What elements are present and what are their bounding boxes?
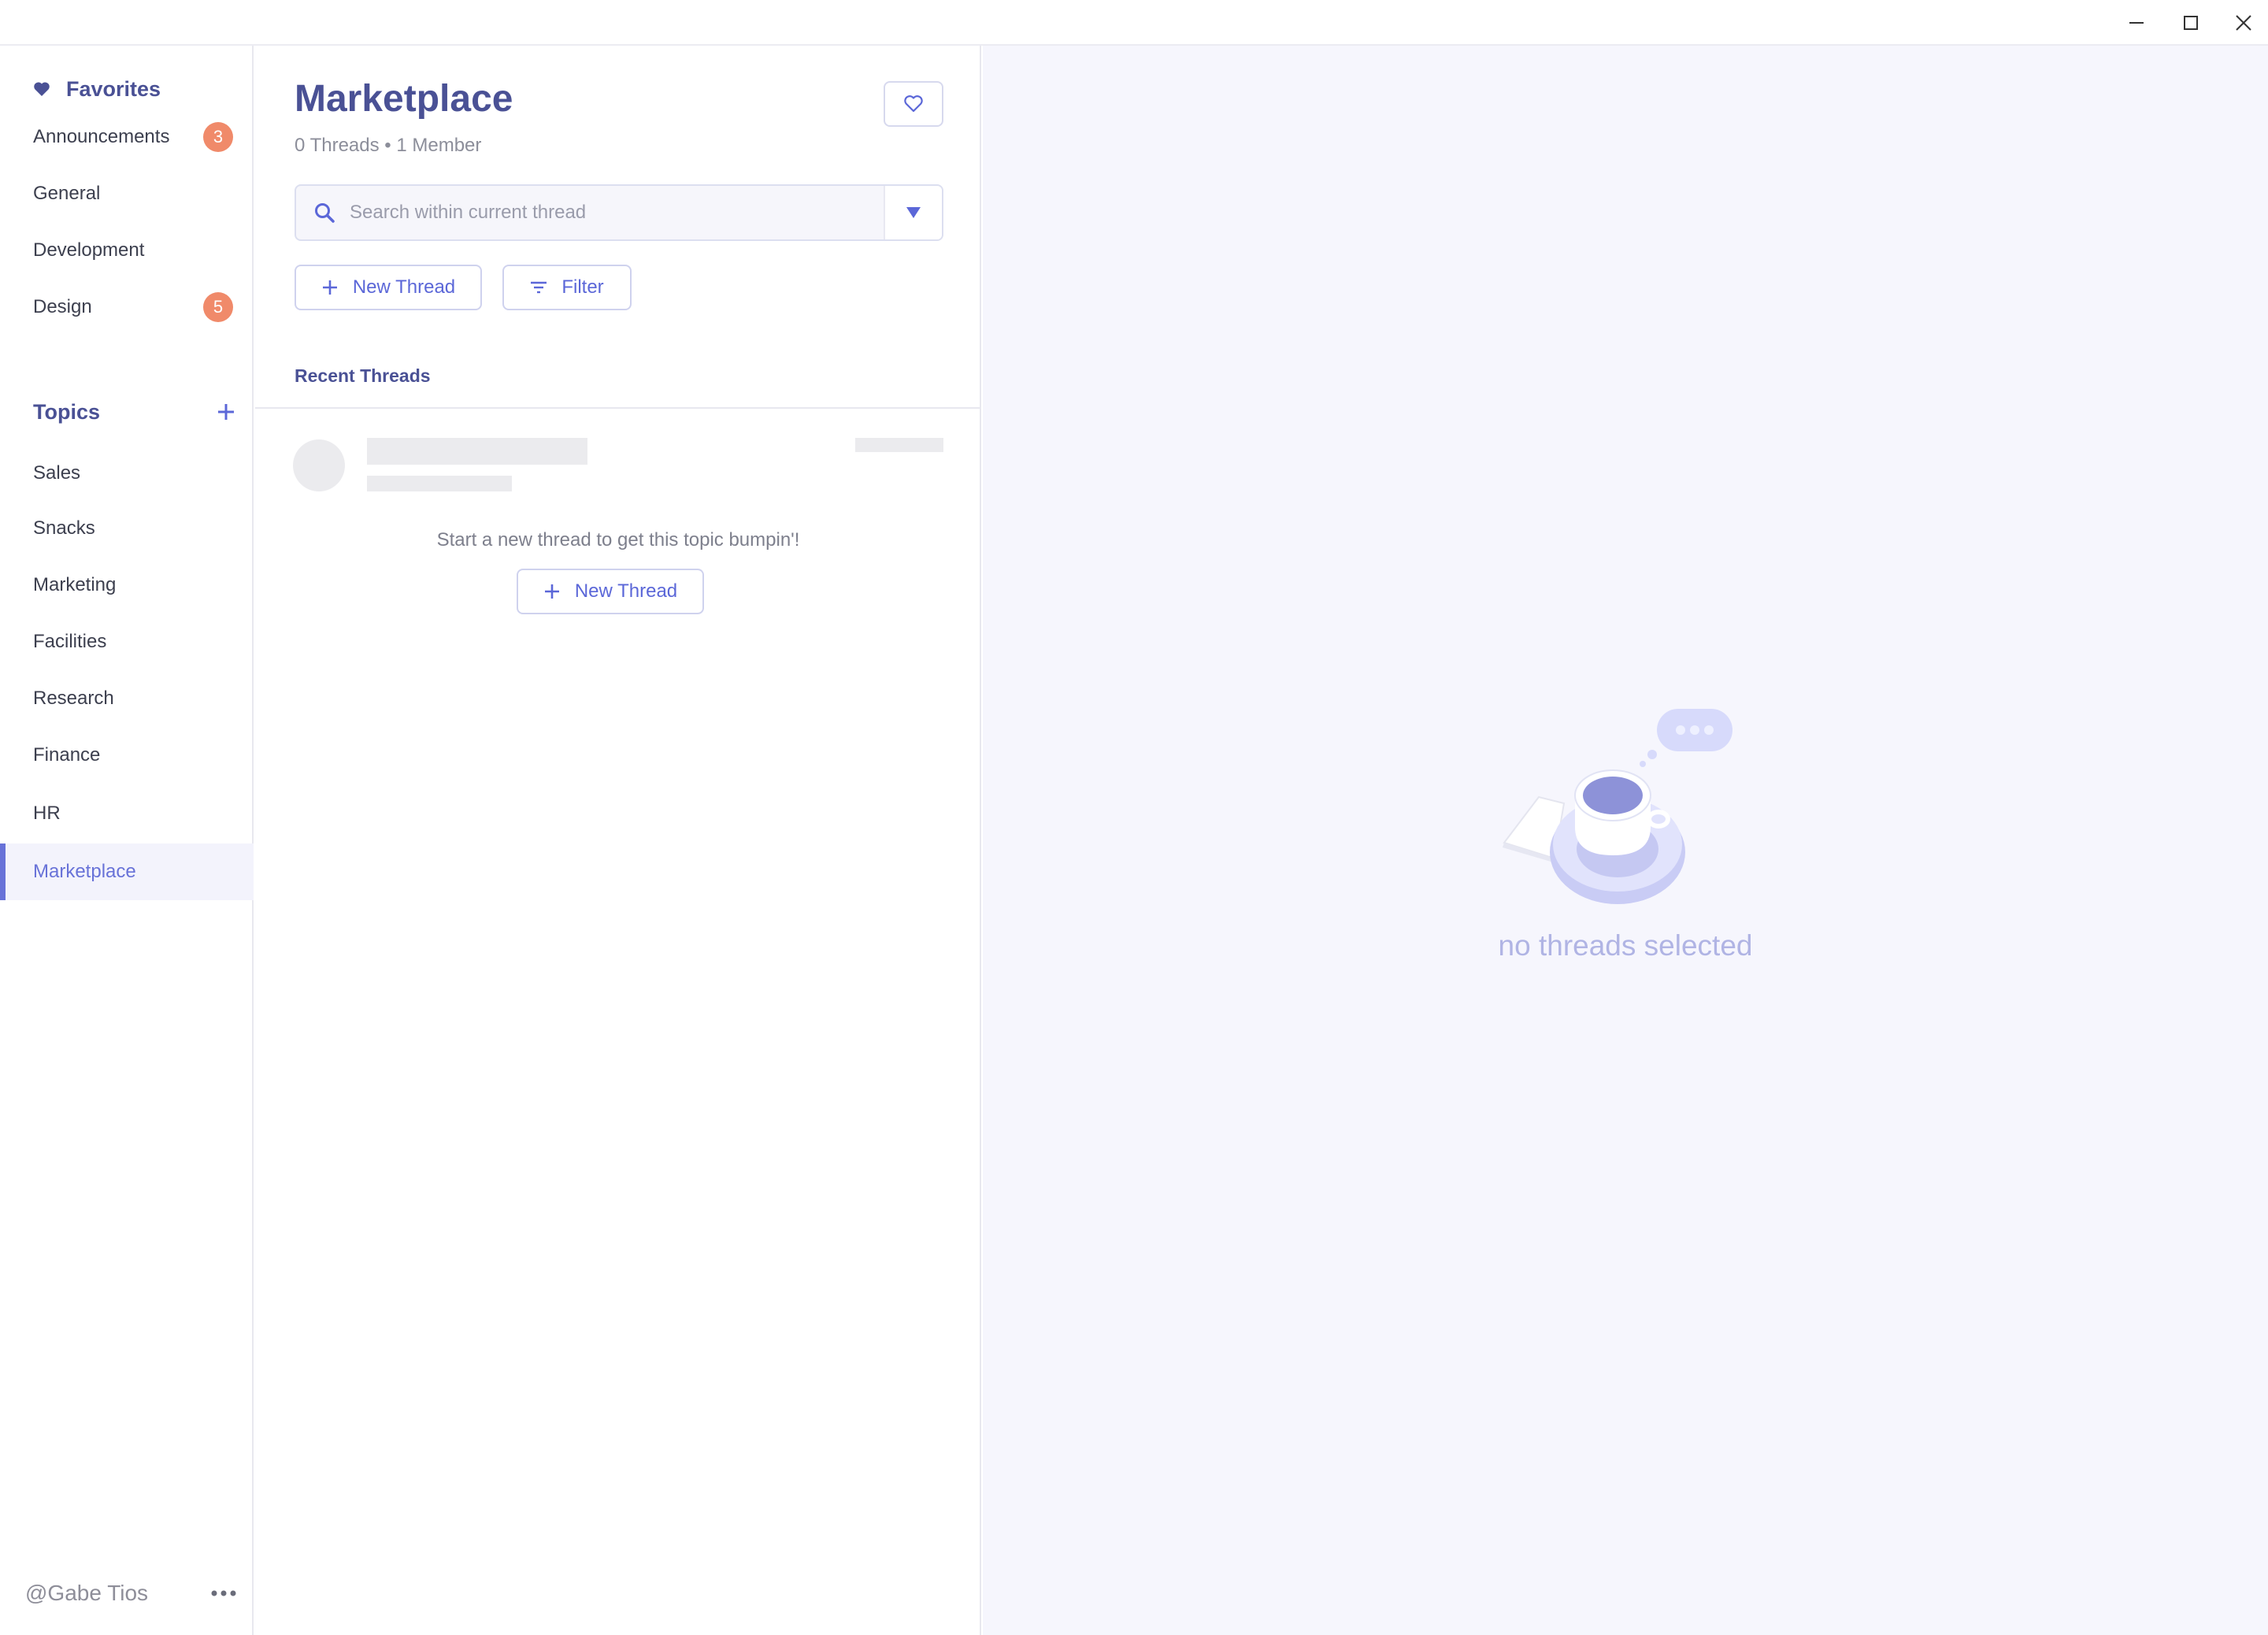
- sidebar-item-marketing[interactable]: Marketing: [0, 557, 254, 614]
- skeleton-avatar: [293, 439, 345, 491]
- new-thread-label: New Thread: [352, 276, 456, 298]
- sidebar-item-label: Sales: [33, 462, 81, 484]
- divider: [255, 407, 980, 409]
- favorites-header: Favorites: [33, 69, 161, 109]
- skeleton-title-line: [367, 438, 587, 465]
- new-thread-button[interactable]: New Thread: [295, 265, 482, 310]
- unread-badge: 3: [203, 122, 233, 152]
- sidebar-item-label: General: [33, 183, 101, 204]
- add-topic-icon[interactable]: [216, 402, 236, 422]
- thread-list-panel: Marketplace 0 Threads • 1 Member New Thr…: [255, 46, 981, 1635]
- sidebar: Favorites Announcements 3 General Develo…: [0, 46, 254, 1635]
- minimize-icon[interactable]: [2125, 11, 2148, 35]
- sidebar-item-research[interactable]: Research: [0, 670, 254, 727]
- sidebar-item-hr[interactable]: HR: [0, 785, 254, 842]
- no-thread-selected-text: no threads selected: [1498, 929, 1753, 962]
- favorites-title: Favorites: [66, 76, 161, 101]
- heart-icon: [34, 82, 50, 96]
- filter-button[interactable]: Filter: [502, 265, 632, 310]
- more-options-icon[interactable]: [209, 1589, 238, 1597]
- skeleton-subtitle-line: [367, 476, 512, 491]
- sidebar-item-facilities[interactable]: Facilities: [0, 614, 254, 670]
- search-bar: [295, 184, 943, 241]
- unread-badge: 5: [203, 292, 233, 322]
- caret-down-icon: [906, 207, 921, 218]
- sidebar-item-label: Snacks: [33, 517, 95, 539]
- sidebar-item-general[interactable]: General: [0, 165, 254, 222]
- heart-outline-icon: [904, 95, 923, 113]
- thread-detail-panel: no threads selected: [983, 46, 2268, 1635]
- maximize-icon[interactable]: [2179, 11, 2203, 35]
- empty-state-new-thread-button[interactable]: New Thread: [517, 569, 704, 614]
- topics-header: Topics: [33, 392, 236, 432]
- sidebar-item-finance[interactable]: Finance: [0, 727, 254, 784]
- sidebar-item-label: Development: [33, 239, 145, 261]
- filter-icon: [531, 281, 547, 294]
- search-icon: [315, 203, 335, 223]
- close-icon[interactable]: [2232, 11, 2255, 35]
- plus-icon: [322, 280, 337, 295]
- sidebar-item-announcements[interactable]: Announcements 3: [0, 109, 254, 165]
- username[interactable]: @Gabe Tios: [25, 1581, 148, 1606]
- sidebar-item-snacks[interactable]: Snacks: [0, 500, 254, 557]
- plus-icon: [544, 584, 559, 599]
- search-scope-dropdown[interactable]: [884, 186, 942, 239]
- sidebar-item-label: Facilities: [33, 631, 107, 652]
- sidebar-item-label: Finance: [33, 744, 101, 766]
- sidebar-item-label: Marketplace: [33, 861, 136, 882]
- sidebar-item-label: Design: [33, 296, 92, 317]
- topics-title: Topics: [33, 399, 101, 424]
- empty-state-message: Start a new thread to get this topic bum…: [436, 529, 800, 551]
- sidebar-item-label: Marketing: [33, 574, 117, 595]
- sidebar-item-label: Research: [33, 688, 114, 709]
- sidebar-item-sales[interactable]: Sales: [0, 445, 254, 502]
- favorite-button[interactable]: [884, 81, 943, 127]
- topic-stats: 0 Threads • 1 Member: [295, 135, 482, 156]
- sidebar-item-design[interactable]: Design 5: [0, 279, 254, 336]
- skeleton-date-line: [855, 438, 943, 452]
- sidebar-item-label: Announcements: [33, 126, 170, 147]
- sidebar-item-marketplace[interactable]: Marketplace: [0, 843, 254, 900]
- coffee-cup-illustration: [1503, 709, 1732, 904]
- sidebar-item-development[interactable]: Development: [0, 222, 254, 279]
- page-title: Marketplace: [295, 78, 513, 120]
- recent-threads-heading: Recent Threads: [295, 365, 431, 386]
- new-thread-label: New Thread: [574, 580, 678, 602]
- filter-label: Filter: [561, 276, 604, 298]
- user-footer: @Gabe Tios: [25, 1574, 238, 1613]
- search-input[interactable]: [350, 186, 884, 239]
- sidebar-item-label: HR: [33, 803, 61, 824]
- window-titlebar: [0, 0, 2268, 46]
